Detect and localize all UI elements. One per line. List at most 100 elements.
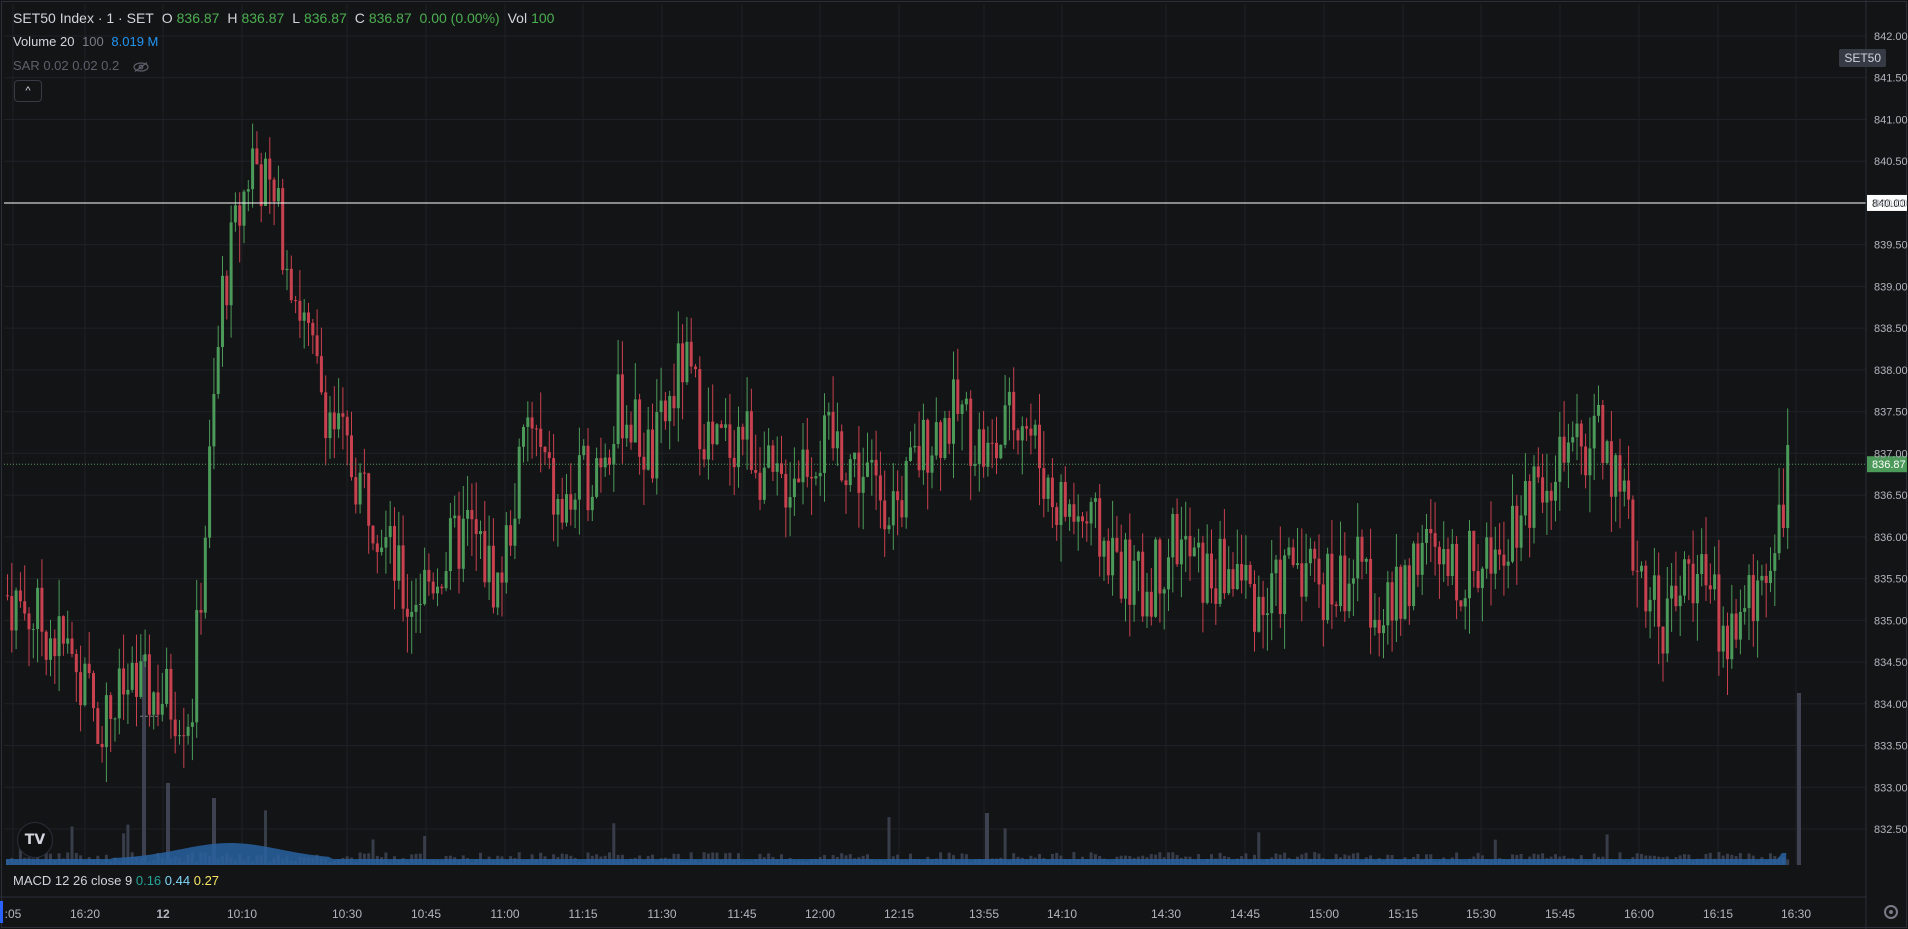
candle[interactable]	[83, 657, 87, 707]
candle[interactable]	[1102, 537, 1106, 581]
candle[interactable]	[117, 648, 121, 735]
candle[interactable]	[1631, 495, 1635, 576]
candle[interactable]	[1429, 499, 1433, 563]
candle[interactable]	[1506, 539, 1510, 589]
candle[interactable]	[1265, 587, 1269, 651]
candle[interactable]	[44, 629, 48, 676]
candle[interactable]	[805, 417, 809, 488]
candle[interactable]	[1437, 541, 1441, 599]
candle[interactable]	[1498, 523, 1502, 571]
candle[interactable]	[513, 483, 517, 560]
candle[interactable]	[1566, 423, 1570, 489]
candle[interactable]	[358, 463, 362, 514]
candle[interactable]	[685, 317, 689, 386]
candle[interactable]	[1511, 474, 1514, 564]
candle[interactable]	[917, 411, 921, 478]
candle[interactable]	[173, 691, 177, 754]
candle[interactable]	[1751, 554, 1755, 647]
candle[interactable]	[616, 339, 620, 449]
candle[interactable]	[332, 386, 336, 459]
candle[interactable]	[1605, 439, 1609, 465]
candle[interactable]	[861, 447, 865, 530]
candle[interactable]	[1317, 534, 1321, 608]
candle[interactable]	[276, 165, 280, 207]
candle[interactable]	[1545, 453, 1549, 535]
candle[interactable]	[79, 645, 83, 732]
candle[interactable]	[1476, 544, 1480, 593]
candle[interactable]	[702, 424, 706, 468]
candle[interactable]	[1390, 571, 1394, 652]
candle[interactable]	[737, 406, 740, 488]
candle[interactable]	[1016, 427, 1020, 455]
candle[interactable]	[362, 448, 366, 489]
candle[interactable]	[1136, 550, 1140, 592]
candle[interactable]	[1743, 585, 1747, 625]
candle[interactable]	[655, 379, 659, 495]
candle[interactable]	[999, 444, 1003, 460]
candle[interactable]	[1704, 517, 1708, 602]
candle[interactable]	[1162, 586, 1166, 630]
candle[interactable]	[633, 363, 637, 443]
candle[interactable]	[1154, 537, 1158, 618]
candle[interactable]	[1575, 393, 1579, 461]
candle[interactable]	[1382, 608, 1385, 659]
candle[interactable]	[1274, 555, 1278, 606]
candle[interactable]	[1609, 411, 1613, 533]
candle[interactable]	[380, 529, 384, 556]
candle[interactable]	[1399, 564, 1403, 636]
candle[interactable]	[1687, 555, 1691, 601]
candle[interactable]	[212, 357, 216, 470]
candle[interactable]	[1296, 528, 1299, 569]
candle[interactable]	[904, 456, 908, 529]
symbol-title[interactable]: SET50 Index · 1 · SET	[13, 10, 154, 26]
candle[interactable]	[711, 384, 715, 461]
candle[interactable]	[1158, 537, 1162, 623]
candle[interactable]	[870, 439, 874, 496]
candle[interactable]	[1038, 393, 1041, 506]
candle[interactable]	[1420, 524, 1424, 595]
candle[interactable]	[66, 610, 70, 654]
candle[interactable]	[1528, 474, 1532, 558]
candle[interactable]	[1240, 534, 1244, 594]
candle[interactable]	[1278, 526, 1282, 628]
candle[interactable]	[1489, 501, 1493, 606]
candle[interactable]	[1007, 377, 1011, 441]
candle[interactable]	[319, 327, 323, 395]
candle[interactable]	[470, 483, 474, 556]
candle[interactable]	[53, 629, 57, 685]
candle[interactable]	[1769, 547, 1772, 593]
candle[interactable]	[1343, 532, 1347, 622]
candle[interactable]	[74, 649, 78, 702]
candle[interactable]	[1532, 455, 1536, 544]
candle[interactable]	[840, 424, 844, 483]
candle[interactable]	[1674, 551, 1678, 612]
eye-off-icon[interactable]	[133, 61, 149, 72]
candle[interactable]	[195, 579, 199, 738]
candle[interactable]	[1003, 375, 1007, 449]
candle[interactable]	[96, 701, 100, 744]
candle[interactable]	[663, 391, 667, 430]
candle[interactable]	[990, 419, 994, 469]
candle[interactable]	[104, 682, 108, 783]
candle[interactable]	[801, 423, 805, 505]
candle[interactable]	[328, 395, 332, 459]
candle[interactable]	[1291, 539, 1295, 568]
candle[interactable]	[491, 518, 495, 614]
candle[interactable]	[147, 634, 151, 727]
candle[interactable]	[1141, 533, 1145, 622]
candle[interactable]	[732, 429, 736, 496]
candle[interactable]	[18, 572, 22, 608]
candle[interactable]	[375, 534, 379, 574]
candle[interactable]	[1515, 494, 1519, 585]
candle[interactable]	[823, 393, 826, 502]
candle[interactable]	[651, 403, 654, 483]
candle[interactable]	[1721, 606, 1725, 668]
candle[interactable]	[1248, 561, 1252, 588]
candle[interactable]	[1167, 538, 1170, 612]
candle[interactable]	[311, 318, 315, 354]
candle[interactable]	[964, 391, 968, 411]
candle[interactable]	[1304, 533, 1308, 602]
candle[interactable]	[1579, 419, 1583, 475]
candle[interactable]	[1115, 515, 1119, 554]
candle[interactable]	[977, 412, 981, 492]
